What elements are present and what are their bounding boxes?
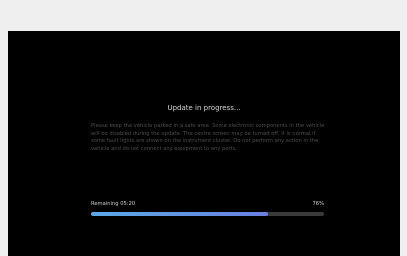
update-message: Please keep the vehicle parked in a safe… xyxy=(91,123,325,152)
vehicle-screen: Update in progress... Please keep the ve… xyxy=(8,31,400,256)
progress-info-row: Remaining 05:20 76% xyxy=(91,200,324,208)
update-title: Update in progress... xyxy=(167,104,241,112)
progress-bar-fill xyxy=(91,212,269,216)
remaining-time-label: Remaining 05:20 xyxy=(91,201,136,207)
page: Update in progress... Please keep the ve… xyxy=(0,0,407,256)
progress-percent-label: 76% xyxy=(312,201,324,207)
progress-bar xyxy=(91,212,324,216)
